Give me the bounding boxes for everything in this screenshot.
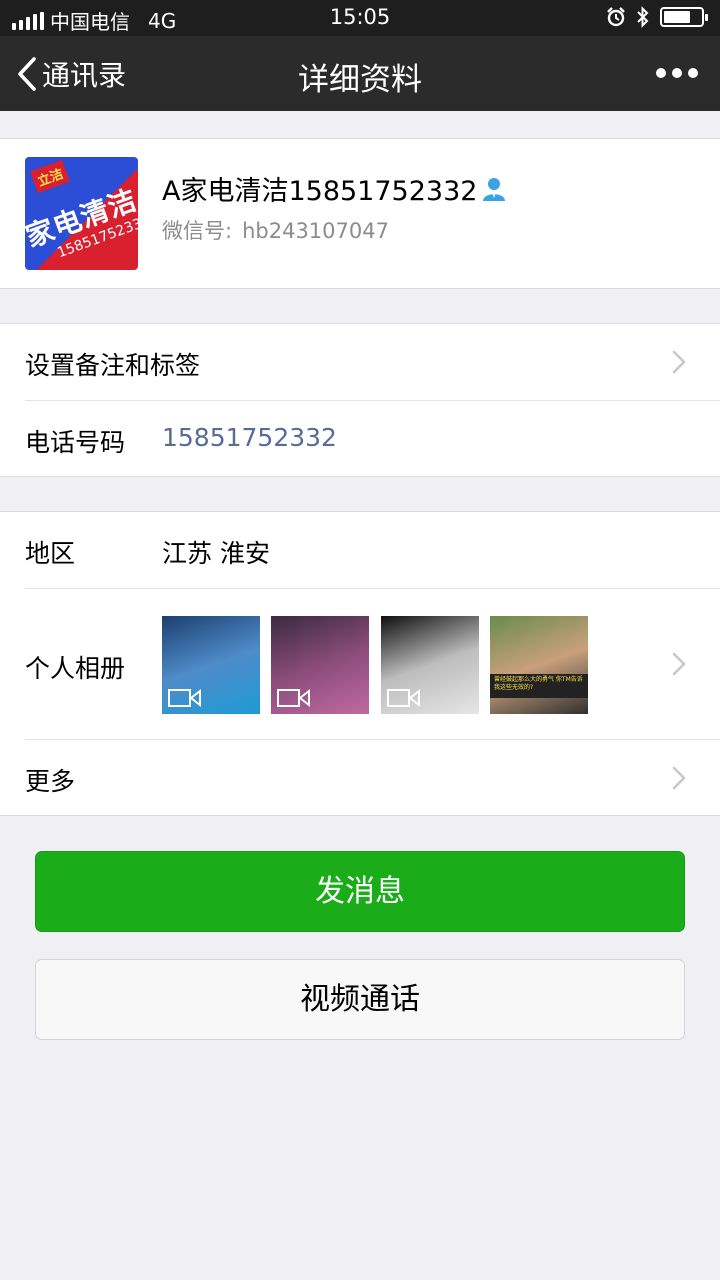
album-thumbnail[interactable]: 曾经鼓起那么大的勇气 你TM告诉我这些无效的?: [490, 616, 588, 714]
video-camera-icon: [277, 688, 310, 708]
more-dots-icon: [656, 68, 698, 78]
profile-name: A家电清洁15851752332: [162, 176, 478, 207]
region-label: 地区: [25, 539, 76, 568]
wechat-id: hb243107047: [242, 219, 389, 243]
profile-name-row: A家电清洁15851752332: [162, 169, 507, 208]
remark-row[interactable]: 设置备注和标签: [0, 324, 720, 400]
chevron-right-icon: [672, 350, 686, 374]
album-thumbnail[interactable]: [162, 616, 260, 714]
page-title: 详细资料: [298, 62, 422, 98]
remark-phone-group: 设置备注和标签 电话号码 15851752332: [0, 323, 720, 477]
status-bar: 中国电信 4G 15:05: [0, 0, 720, 36]
album-thumbnail[interactable]: [381, 616, 479, 714]
chevron-right-icon: [672, 652, 686, 676]
more-label: 更多: [25, 767, 76, 796]
person-icon: [483, 177, 506, 201]
bluetooth-icon: [637, 6, 649, 28]
battery-icon: [660, 7, 708, 27]
album-label: 个人相册: [25, 654, 126, 683]
battery-fill: [664, 11, 690, 23]
more-menu-button[interactable]: [656, 60, 698, 78]
status-right: [606, 6, 708, 28]
album-row[interactable]: 个人相册 曾经鼓起那么大的勇气 你TM告诉我这些无效的?: [0, 589, 720, 739]
send-message-button[interactable]: 发消息: [35, 851, 685, 932]
region-row: 地区 江苏 淮安: [0, 512, 720, 588]
phone-label: 电话号码: [25, 428, 126, 457]
video-camera-icon: [168, 688, 201, 708]
phone-row[interactable]: 电话号码 15851752332: [0, 401, 720, 477]
thumbnail-caption: 曾经鼓起那么大的勇气 你TM告诉我这些无效的?: [490, 674, 588, 698]
remark-label: 设置备注和标签: [25, 351, 201, 380]
avatar-tag-text: 立洁: [30, 159, 70, 194]
video-camera-icon: [387, 688, 420, 708]
wechat-id-row: 微信号: hb243107047: [162, 215, 389, 245]
more-row[interactable]: 更多: [0, 740, 720, 816]
profile-card: 立洁 家电清洁 15851752332 A家电清洁15851752332 微信号…: [0, 138, 720, 289]
wechat-id-label: 微信号:: [162, 219, 233, 243]
chevron-right-icon: [672, 766, 686, 790]
nav-bar: 通讯录 详细资料: [0, 36, 720, 111]
region-album-more-group: 地区 江苏 淮安 个人相册 曾经鼓起那么大的勇气 你TM告诉我这些无效的? 更多: [0, 511, 720, 816]
avatar[interactable]: 立洁 家电清洁 15851752332: [25, 157, 138, 270]
region-value: 江苏 淮安: [162, 539, 270, 568]
album-thumbnail[interactable]: [271, 616, 369, 714]
phone-number-link[interactable]: 15851752332: [162, 423, 337, 452]
alarm-icon: [607, 7, 625, 27]
video-call-button[interactable]: 视频通话: [35, 959, 685, 1040]
